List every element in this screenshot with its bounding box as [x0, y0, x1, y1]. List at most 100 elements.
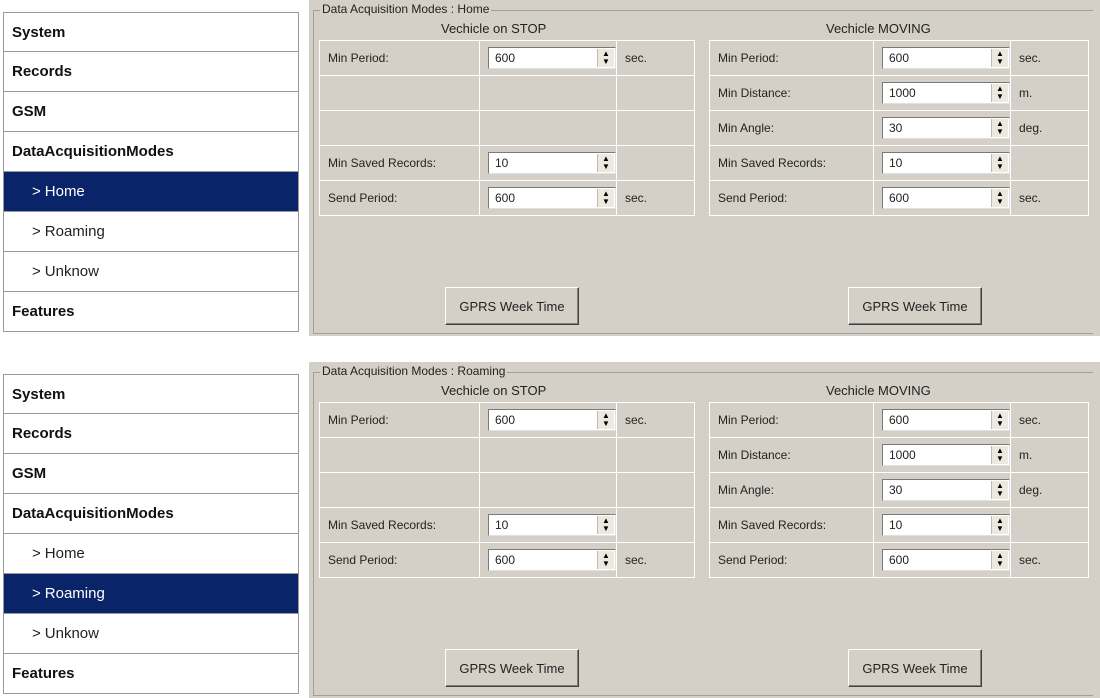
table-row: Min Distance: 1000 ▲ ▼ m. — [709, 437, 1089, 473]
acquisition-modes-group: Data Acquisition Modes : Home Vechicle o… — [313, 2, 1093, 334]
spin-arrows-icon[interactable]: ▲ ▼ — [991, 411, 1008, 429]
table-row: Send Period: 600 ▲ ▼ sec. — [319, 180, 695, 216]
sidebar-item-label: Home — [44, 545, 85, 562]
spin-arrows-icon[interactable]: ▲ ▼ — [597, 49, 614, 67]
moving-section-title: Vechicle MOVING — [826, 383, 931, 398]
table-row: Min Saved Records: 10 ▲ ▼ — [709, 145, 1089, 181]
config-panel: System Records GSM DataAcquisitionModes … — [0, 362, 1100, 698]
chevron-right-icon: > — [32, 223, 41, 240]
stop-min-saved-records-input[interactable]: 10 ▲ ▼ — [488, 152, 616, 174]
sidebar-item-gsm[interactable]: GSM — [3, 454, 299, 494]
unit-label: m. — [1010, 75, 1089, 111]
spin-arrows-icon[interactable]: ▲ ▼ — [597, 411, 614, 429]
spin-arrows-icon[interactable]: ▲ ▼ — [597, 516, 614, 534]
table-row — [319, 437, 695, 473]
sidebar-item-home[interactable]: > Home — [3, 534, 299, 574]
sidebar-nav: System Records GSM DataAcquisitionModes … — [3, 374, 299, 694]
spin-arrows-icon[interactable]: ▲ ▼ — [597, 551, 614, 569]
sidebar-item-unknow[interactable]: > Unknow — [3, 614, 299, 654]
spin-arrows-icon[interactable]: ▲ ▼ — [991, 516, 1008, 534]
sidebar-item-unknow[interactable]: > Unknow — [3, 252, 299, 292]
field-label: Send Period: — [709, 542, 874, 578]
sidebar-item-home[interactable]: > Home — [3, 172, 299, 212]
table-row: Min Saved Records: 10 ▲ ▼ — [709, 507, 1089, 543]
spin-arrows-icon[interactable]: ▲ ▼ — [991, 446, 1008, 464]
table-row: Send Period: 600 ▲ ▼ sec. — [709, 180, 1089, 216]
sidebar-item-label: DataAcquisitionModes — [12, 505, 174, 522]
moving-min-angle-input[interactable]: 30 ▲ ▼ — [882, 479, 1010, 501]
moving-min-distance-input[interactable]: 1000 ▲ ▼ — [882, 444, 1010, 466]
spin-arrows-icon[interactable]: ▲ ▼ — [991, 189, 1008, 207]
spin-arrows-icon[interactable]: ▲ ▼ — [991, 84, 1008, 102]
moving-send-period-input[interactable]: 600 ▲ ▼ — [882, 187, 1010, 209]
sidebar-item-records[interactable]: Records — [3, 414, 299, 454]
table-row: Min Period: 600 ▲ ▼ sec. — [709, 40, 1089, 76]
stop-section-title: Vechicle on STOP — [441, 383, 547, 398]
field-label: Min Angle: — [709, 110, 874, 146]
chevron-right-icon: > — [32, 585, 41, 602]
gprs-week-time-button-moving[interactable]: GPRS Week Time — [848, 287, 982, 325]
stop-settings-table: Min Period: 600 ▲ ▼ sec. Min Saved Records… — [319, 402, 695, 578]
sidebar-item-label: Unknow — [44, 263, 99, 280]
table-row: Min Distance: 1000 ▲ ▼ m. — [709, 75, 1089, 111]
stop-min-period-input[interactable]: 600 ▲ ▼ — [488, 409, 616, 431]
sidebar-item-roaming[interactable]: > Roaming — [3, 212, 299, 252]
field-label: Min Angle: — [709, 472, 874, 508]
sidebar-item-records[interactable]: Records — [3, 52, 299, 92]
spin-arrows-icon[interactable]: ▲ ▼ — [991, 49, 1008, 67]
field-label: Send Period: — [709, 180, 874, 216]
moving-send-period-input[interactable]: 600 ▲ ▼ — [882, 549, 1010, 571]
stop-min-period-input[interactable]: 600 ▲ ▼ — [488, 47, 616, 69]
spin-arrows-icon[interactable]: ▲ ▼ — [597, 154, 614, 172]
table-row: Min Angle: 30 ▲ ▼ deg. — [709, 110, 1089, 146]
field-label: Min Saved Records: — [319, 145, 480, 181]
spin-arrows-icon[interactable]: ▲ ▼ — [991, 481, 1008, 499]
spin-arrows-icon[interactable]: ▲ ▼ — [991, 551, 1008, 569]
sidebar-item-label: Roaming — [44, 585, 105, 602]
field-label: Min Saved Records: — [709, 145, 874, 181]
table-row — [319, 472, 695, 508]
spin-arrows-icon[interactable]: ▲ ▼ — [597, 189, 614, 207]
sidebar-item-label: GSM — [12, 103, 47, 120]
unit-label: sec. — [616, 542, 695, 578]
sidebar-item-label: Features — [12, 303, 75, 320]
sidebar-item-data-acquisition-modes[interactable]: DataAcquisitionModes — [3, 132, 299, 172]
sidebar-item-label: System — [12, 23, 66, 41]
field-label: Min Period: — [709, 40, 874, 76]
moving-min-period-input[interactable]: 600 ▲ ▼ — [882, 409, 1010, 431]
moving-min-period-input[interactable]: 600 ▲ ▼ — [882, 47, 1010, 69]
moving-min-saved-records-input[interactable]: 10 ▲ ▼ — [882, 514, 1010, 536]
moving-min-distance-input[interactable]: 1000 ▲ ▼ — [882, 82, 1010, 104]
field-label: Send Period: — [319, 180, 480, 216]
moving-section-title: Vechicle MOVING — [826, 21, 931, 36]
gprs-week-time-button-stop[interactable]: GPRS Week Time — [445, 649, 579, 687]
moving-min-angle-input[interactable]: 30 ▲ ▼ — [882, 117, 1010, 139]
stop-min-saved-records-input[interactable]: 10 ▲ ▼ — [488, 514, 616, 536]
moving-settings-table: Min Period: 600 ▲ ▼ sec. Min Distance: 100… — [709, 402, 1089, 578]
table-row: Send Period: 600 ▲ ▼ sec. — [319, 542, 695, 578]
gprs-week-time-button-moving[interactable]: GPRS Week Time — [848, 649, 982, 687]
sidebar-item-data-acquisition-modes[interactable]: DataAcquisitionModes — [3, 494, 299, 534]
stop-send-period-input[interactable]: 600 ▲ ▼ — [488, 187, 616, 209]
sidebar-item-gsm[interactable]: GSM — [3, 92, 299, 132]
settings-content: Data Acquisition Modes : Roaming Vechicl… — [309, 362, 1100, 698]
sidebar-item-system[interactable]: System — [3, 374, 299, 414]
stop-send-period-input[interactable]: 600 ▲ ▼ — [488, 549, 616, 571]
sidebar-item-roaming[interactable]: > Roaming — [3, 574, 299, 614]
sidebar-nav: System Records GSM DataAcquisitionModes … — [3, 12, 299, 332]
sidebar-item-system[interactable]: System — [3, 12, 299, 52]
stop-section-title: Vechicle on STOP — [441, 21, 547, 36]
table-row — [319, 75, 695, 111]
unit-label: sec. — [616, 40, 695, 76]
spin-arrows-icon[interactable]: ▲ ▼ — [991, 154, 1008, 172]
sidebar-item-features[interactable]: Features — [3, 654, 299, 694]
unit-label: sec. — [1010, 40, 1089, 76]
unit-label: sec. — [616, 402, 695, 438]
chevron-right-icon: > — [32, 263, 41, 280]
sidebar-item-features[interactable]: Features — [3, 292, 299, 332]
spin-arrows-icon[interactable]: ▲ ▼ — [991, 119, 1008, 137]
acquisition-modes-group: Data Acquisition Modes : Roaming Vechicl… — [313, 364, 1093, 696]
moving-min-saved-records-input[interactable]: 10 ▲ ▼ — [882, 152, 1010, 174]
gprs-week-time-button-stop[interactable]: GPRS Week Time — [445, 287, 579, 325]
sidebar-item-label: Records — [12, 63, 73, 80]
